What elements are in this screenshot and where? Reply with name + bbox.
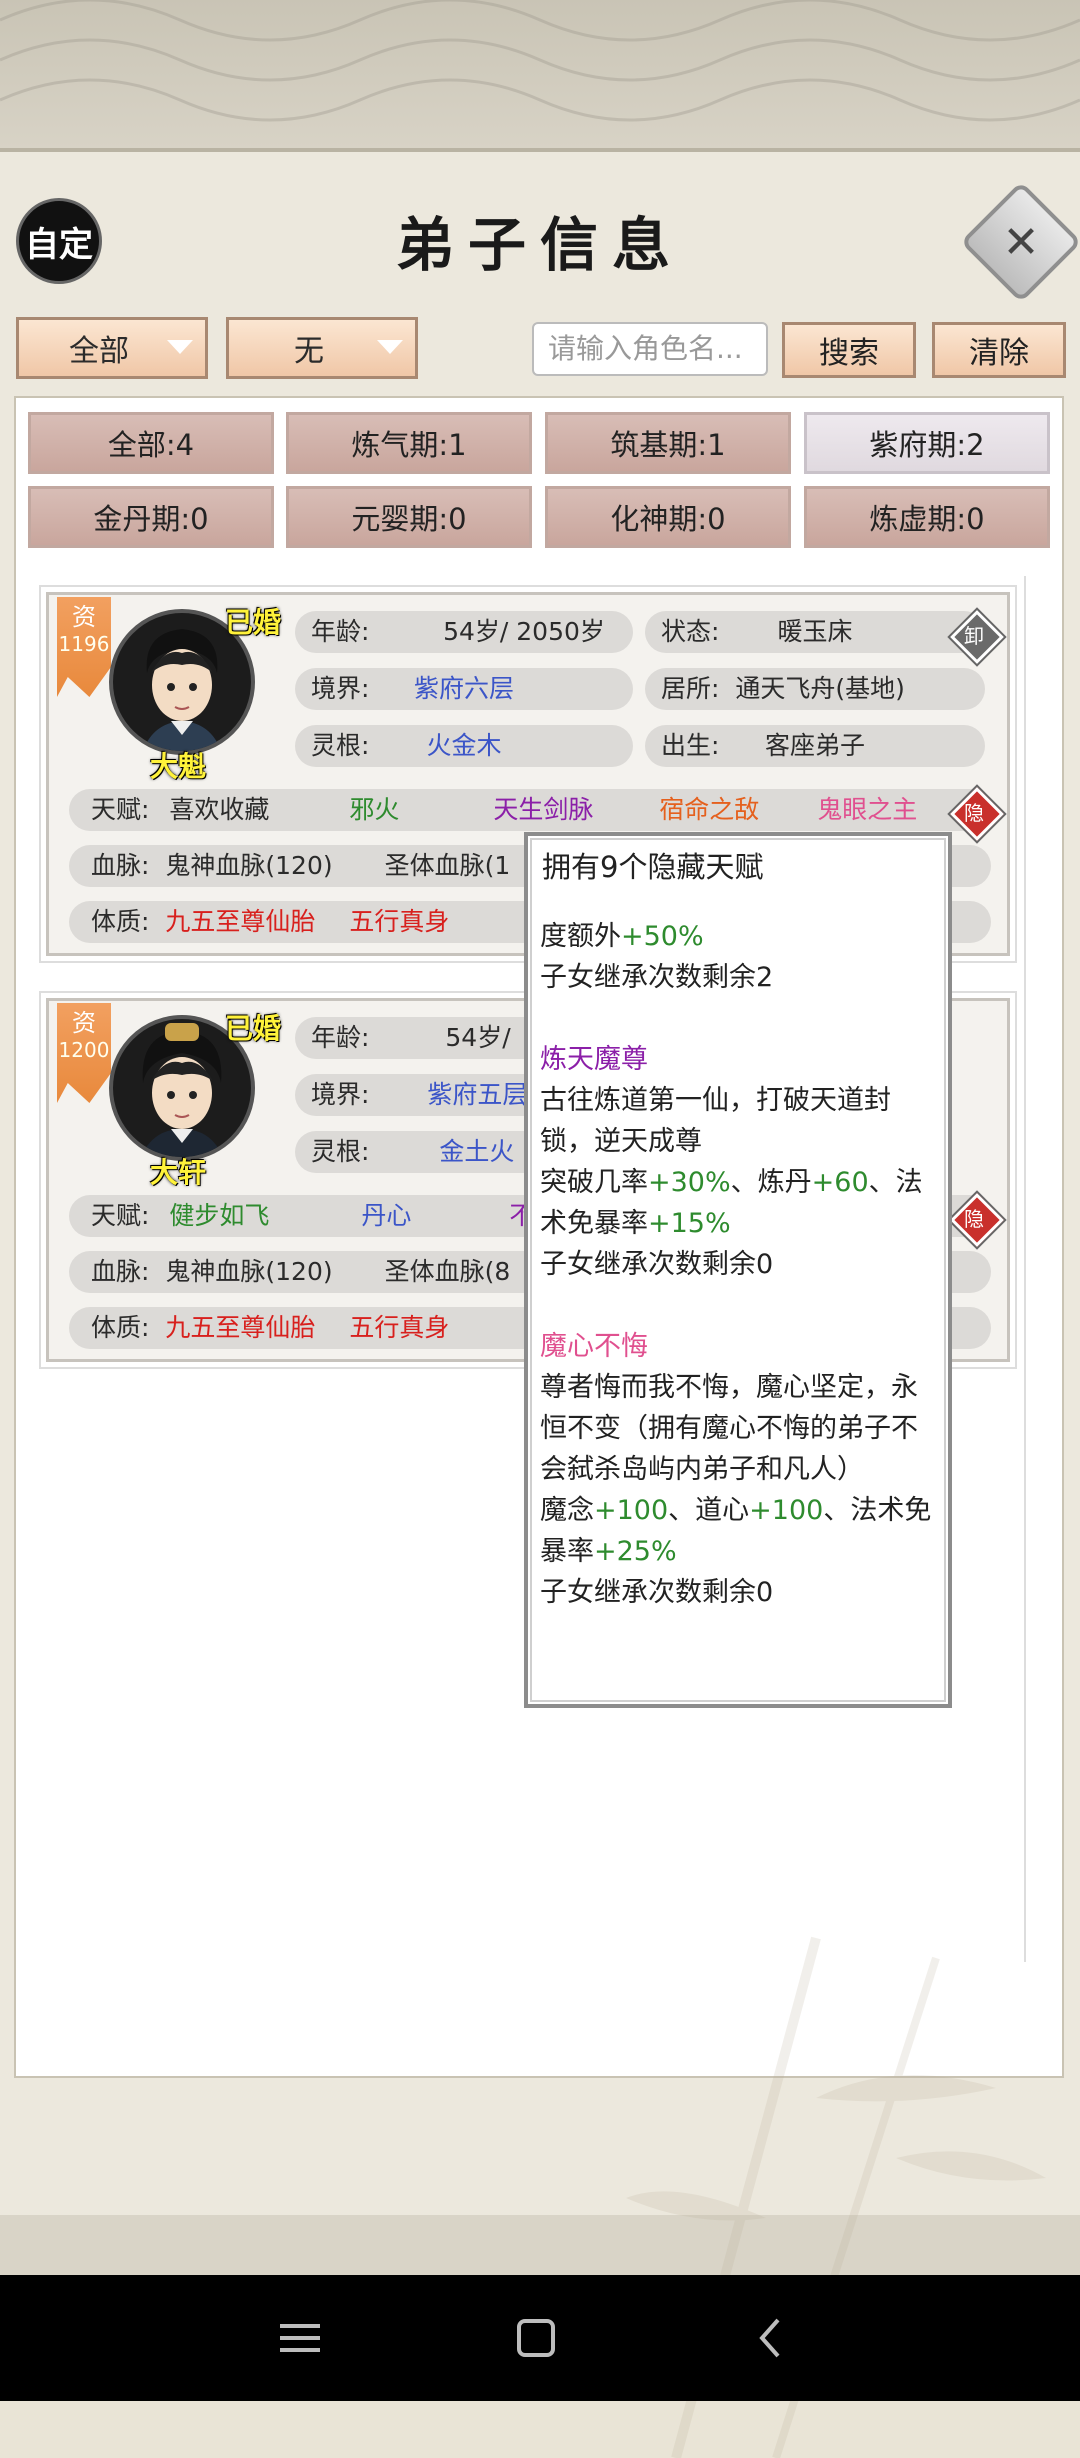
top-background [0,0,1080,150]
aptitude-value: 1196 [58,632,110,656]
filter-2-value: 无 [294,334,324,369]
residence-value: 通天飞舟(基地) [735,674,905,703]
talent-item[interactable]: 丹心 [361,1201,411,1230]
bloodline-item: 圣体血脉(1 [384,851,511,880]
clear-button[interactable]: 清除 [932,322,1066,378]
chevron-down-icon [167,340,193,354]
status-value: 暖玉床 [777,617,853,646]
age-value: 54岁/ [445,1023,511,1052]
root-value: 金土火 [439,1137,515,1166]
talent-item[interactable]: 鬼眼之主 [817,795,917,824]
aptitude-label: 资 [72,1009,96,1037]
root-value: 火金木 [426,731,502,760]
menu-icon[interactable] [272,2310,328,2366]
bloodline-label: 血脉: [91,1257,150,1286]
hidden-talent-name: 炼天魔尊 [540,1044,648,1075]
residence-label: 居所: [661,674,720,703]
page-title: 弟子信息 [395,211,684,279]
tab-lianxu[interactable]: 炼虚期:0 [804,486,1050,548]
aptitude-label: 资 [72,603,96,631]
aptitude-value: 1200 [58,1038,110,1062]
talent-item[interactable]: 宿命之敌 [659,795,759,824]
physique-item: 九五至尊仙胎 [165,907,316,936]
scrollbar[interactable] [1024,576,1050,1962]
physique-label: 体质: [91,907,150,936]
status-field: 状态: 暖玉床 [645,611,985,653]
hidden-talents-tooltip[interactable]: 拥有9个隐藏天赋 度额外+50% 子女继承次数剩余2 炼天魔尊 古往炼道第一仙，… [524,832,952,1708]
realm-field: 境界: 紫府六层 [295,668,633,710]
root-label: 灵根: [311,1137,370,1166]
tab-jindan[interactable]: 金丹期:0 [28,486,274,548]
age-value: 54岁/ 2050岁 [443,617,605,646]
age-label: 年龄: [311,1023,370,1052]
search-button[interactable]: 搜索 [782,322,916,378]
birth-field: 出生: 客座弟子 [645,725,985,767]
hidden-talent-desc: 尊者悔而我不悔，魔心坚定，永恒不变（拥有魔心不悔的弟子不会弑杀岛屿内弟子和凡人） [540,1372,918,1485]
back-icon[interactable] [744,2310,800,2366]
tab-lianqi[interactable]: 炼气期:1 [286,412,532,474]
married-label: 已婚 [225,1012,282,1045]
bloodline-item: 鬼神血脉(120) [165,851,333,880]
talent-effect-line: 突破几率+30%、炼丹+60、法术免暴率+15% [540,1167,923,1239]
tab-zifu[interactable]: 紫府期:2 [804,412,1050,474]
physique-item: 九五至尊仙胎 [165,1313,316,1342]
filter-dropdown-2[interactable]: 无 [226,317,418,379]
tab-zhuji[interactable]: 筑基期:1 [545,412,791,474]
married-label: 已婚 [225,606,282,639]
tab-all[interactable]: 全部:4 [28,412,274,474]
realm-value: 紫府六层 [413,674,514,703]
talent-item[interactable]: 喜欢收藏 [169,795,269,824]
inherit-line: 子女继承次数剩余2 [540,962,774,993]
system-nav-bar [0,2275,1080,2401]
home-icon[interactable] [508,2310,564,2366]
talent-item[interactable]: 健步如飞 [169,1201,269,1230]
close-icon[interactable]: ✕ [978,199,1064,285]
tooltip-header: 拥有9个隐藏天赋 [542,850,764,884]
unequip-button[interactable]: 卸 [952,612,996,656]
talent-item[interactable]: 天生剑脉 [493,795,593,824]
tab-huashen[interactable]: 化神期:0 [545,486,791,548]
talent-effect-line: 魔念+100、道心+100、法术免暴率+25% [540,1495,932,1567]
talent-row: 天赋: 喜欢收藏 邪火 天生剑脉 宿命之敌 鬼眼之主 [69,789,991,831]
hidden-talent-button[interactable]: 隐 [952,1195,996,1239]
filter-1-value: 全部 [69,334,129,369]
aptitude-badge: 资 1196 [57,597,111,697]
disciple-name: 大轩 [149,1156,206,1189]
bloodline-label: 血脉: [91,851,150,880]
wave-pattern [0,0,1080,122]
realm-label: 境界: [311,1080,370,1109]
realm-value: 紫府五层 [427,1080,528,1109]
bloodline-item: 圣体血脉(8 [384,1257,511,1286]
hidden-talent-name: 魔心不悔 [540,1331,648,1362]
tooltip-body[interactable]: 度额外+50% 子女继承次数剩余2 炼天魔尊 古往炼道第一仙，打破天道封锁，逆天… [540,916,940,1613]
talent-item[interactable]: 邪火 [349,795,399,824]
chevron-down-icon [377,340,403,354]
inherit-line: 子女继承次数剩余0 [540,1577,774,1608]
disciple-name: 大魁 [149,750,206,783]
hidden-talent-button[interactable]: 隐 [952,789,996,833]
talent-label: 天赋: [91,795,150,824]
aptitude-badge: 资 1200 [57,1003,111,1103]
physique-item: 五行真身 [349,1313,450,1342]
talent-label: 天赋: [91,1201,150,1230]
filter-dropdown-1[interactable]: 全部 [16,317,208,379]
physique-label: 体质: [91,1313,150,1342]
bloodline-item: 鬼神血脉(120) [165,1257,333,1286]
inherit-line: 子女继承次数剩余0 [540,1249,774,1280]
tab-yuanying[interactable]: 元婴期:0 [286,486,532,548]
residence-field: 居所: 通天飞舟(基地) [645,668,985,710]
physique-item: 五行真身 [349,907,450,936]
root-field: 灵根: 火金木 [295,725,633,767]
talent-effect-line: 度额外+50% [540,921,704,952]
birth-value: 客座弟子 [764,731,865,760]
search-input[interactable]: 请输入角色名... [532,322,768,376]
hidden-talent-desc: 古往炼道第一仙，打破天道封锁，逆天成尊 [540,1085,891,1157]
age-field: 年龄: 54岁/ 2050岁 [295,611,633,653]
